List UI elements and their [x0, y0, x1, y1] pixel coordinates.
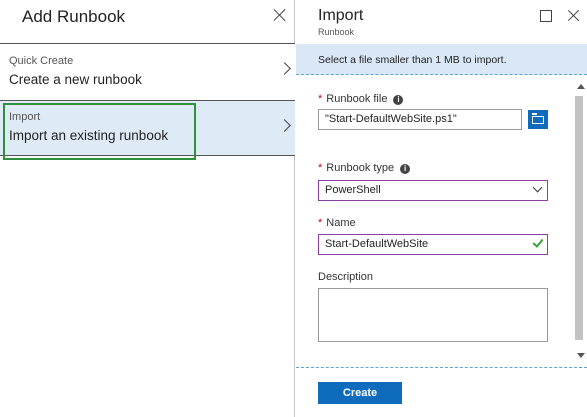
scroll-down-icon[interactable] — [577, 353, 585, 358]
import-option[interactable]: Import Import an existing runbook — [0, 100, 295, 156]
footer-divider — [296, 367, 587, 368]
chevron-right-icon — [278, 119, 291, 132]
scroll-up-icon[interactable] — [577, 84, 585, 89]
name-input[interactable]: Start-DefaultWebSite — [318, 234, 548, 255]
close-icon[interactable] — [272, 7, 288, 23]
import-form: * Runbook file i "Start-DefaultWebSite.ps1… — [296, 76, 587, 366]
create-button[interactable]: Create — [318, 382, 402, 404]
runbook-file-input[interactable]: "Start-DefaultWebSite.ps1" — [318, 109, 522, 130]
folder-icon — [532, 113, 544, 124]
description-textarea[interactable] — [318, 288, 548, 342]
scrollbar-thumb[interactable] — [575, 96, 583, 340]
runbook-type-select[interactable]: PowerShell — [318, 180, 548, 201]
description-label: Description — [318, 271, 374, 283]
close-icon[interactable] — [566, 8, 581, 23]
option-label: Quick Create — [9, 55, 74, 67]
maximize-icon[interactable] — [540, 10, 552, 22]
option-description: Create a new runbook — [9, 72, 142, 87]
browse-folder-button[interactable] — [528, 110, 548, 129]
add-runbook-blade: Add Runbook Quick Create Create a new ru… — [0, 0, 295, 417]
info-banner: Select a file smaller than 1 MB to impor… — [296, 44, 587, 75]
name-label: * Name — [318, 217, 356, 229]
import-blade: Import Runbook Select a file smaller tha… — [296, 0, 587, 417]
quick-create-option[interactable]: Quick Create Create a new runbook — [0, 44, 295, 100]
blade-title: Add Runbook — [22, 7, 126, 26]
blade-title: Import — [318, 7, 364, 24]
info-icon[interactable]: i — [400, 164, 411, 174]
blade-subtitle: Runbook — [318, 27, 355, 37]
chevron-right-icon — [278, 62, 291, 75]
option-description: Import an existing runbook — [9, 128, 169, 143]
option-label: Import — [9, 111, 41, 123]
runbook-type-label: * Runbook type i — [318, 162, 411, 174]
info-icon[interactable]: i — [393, 95, 404, 105]
info-text: Select a file smaller than 1 MB to impor… — [318, 54, 507, 66]
runbook-file-label: * Runbook file i — [318, 93, 404, 105]
